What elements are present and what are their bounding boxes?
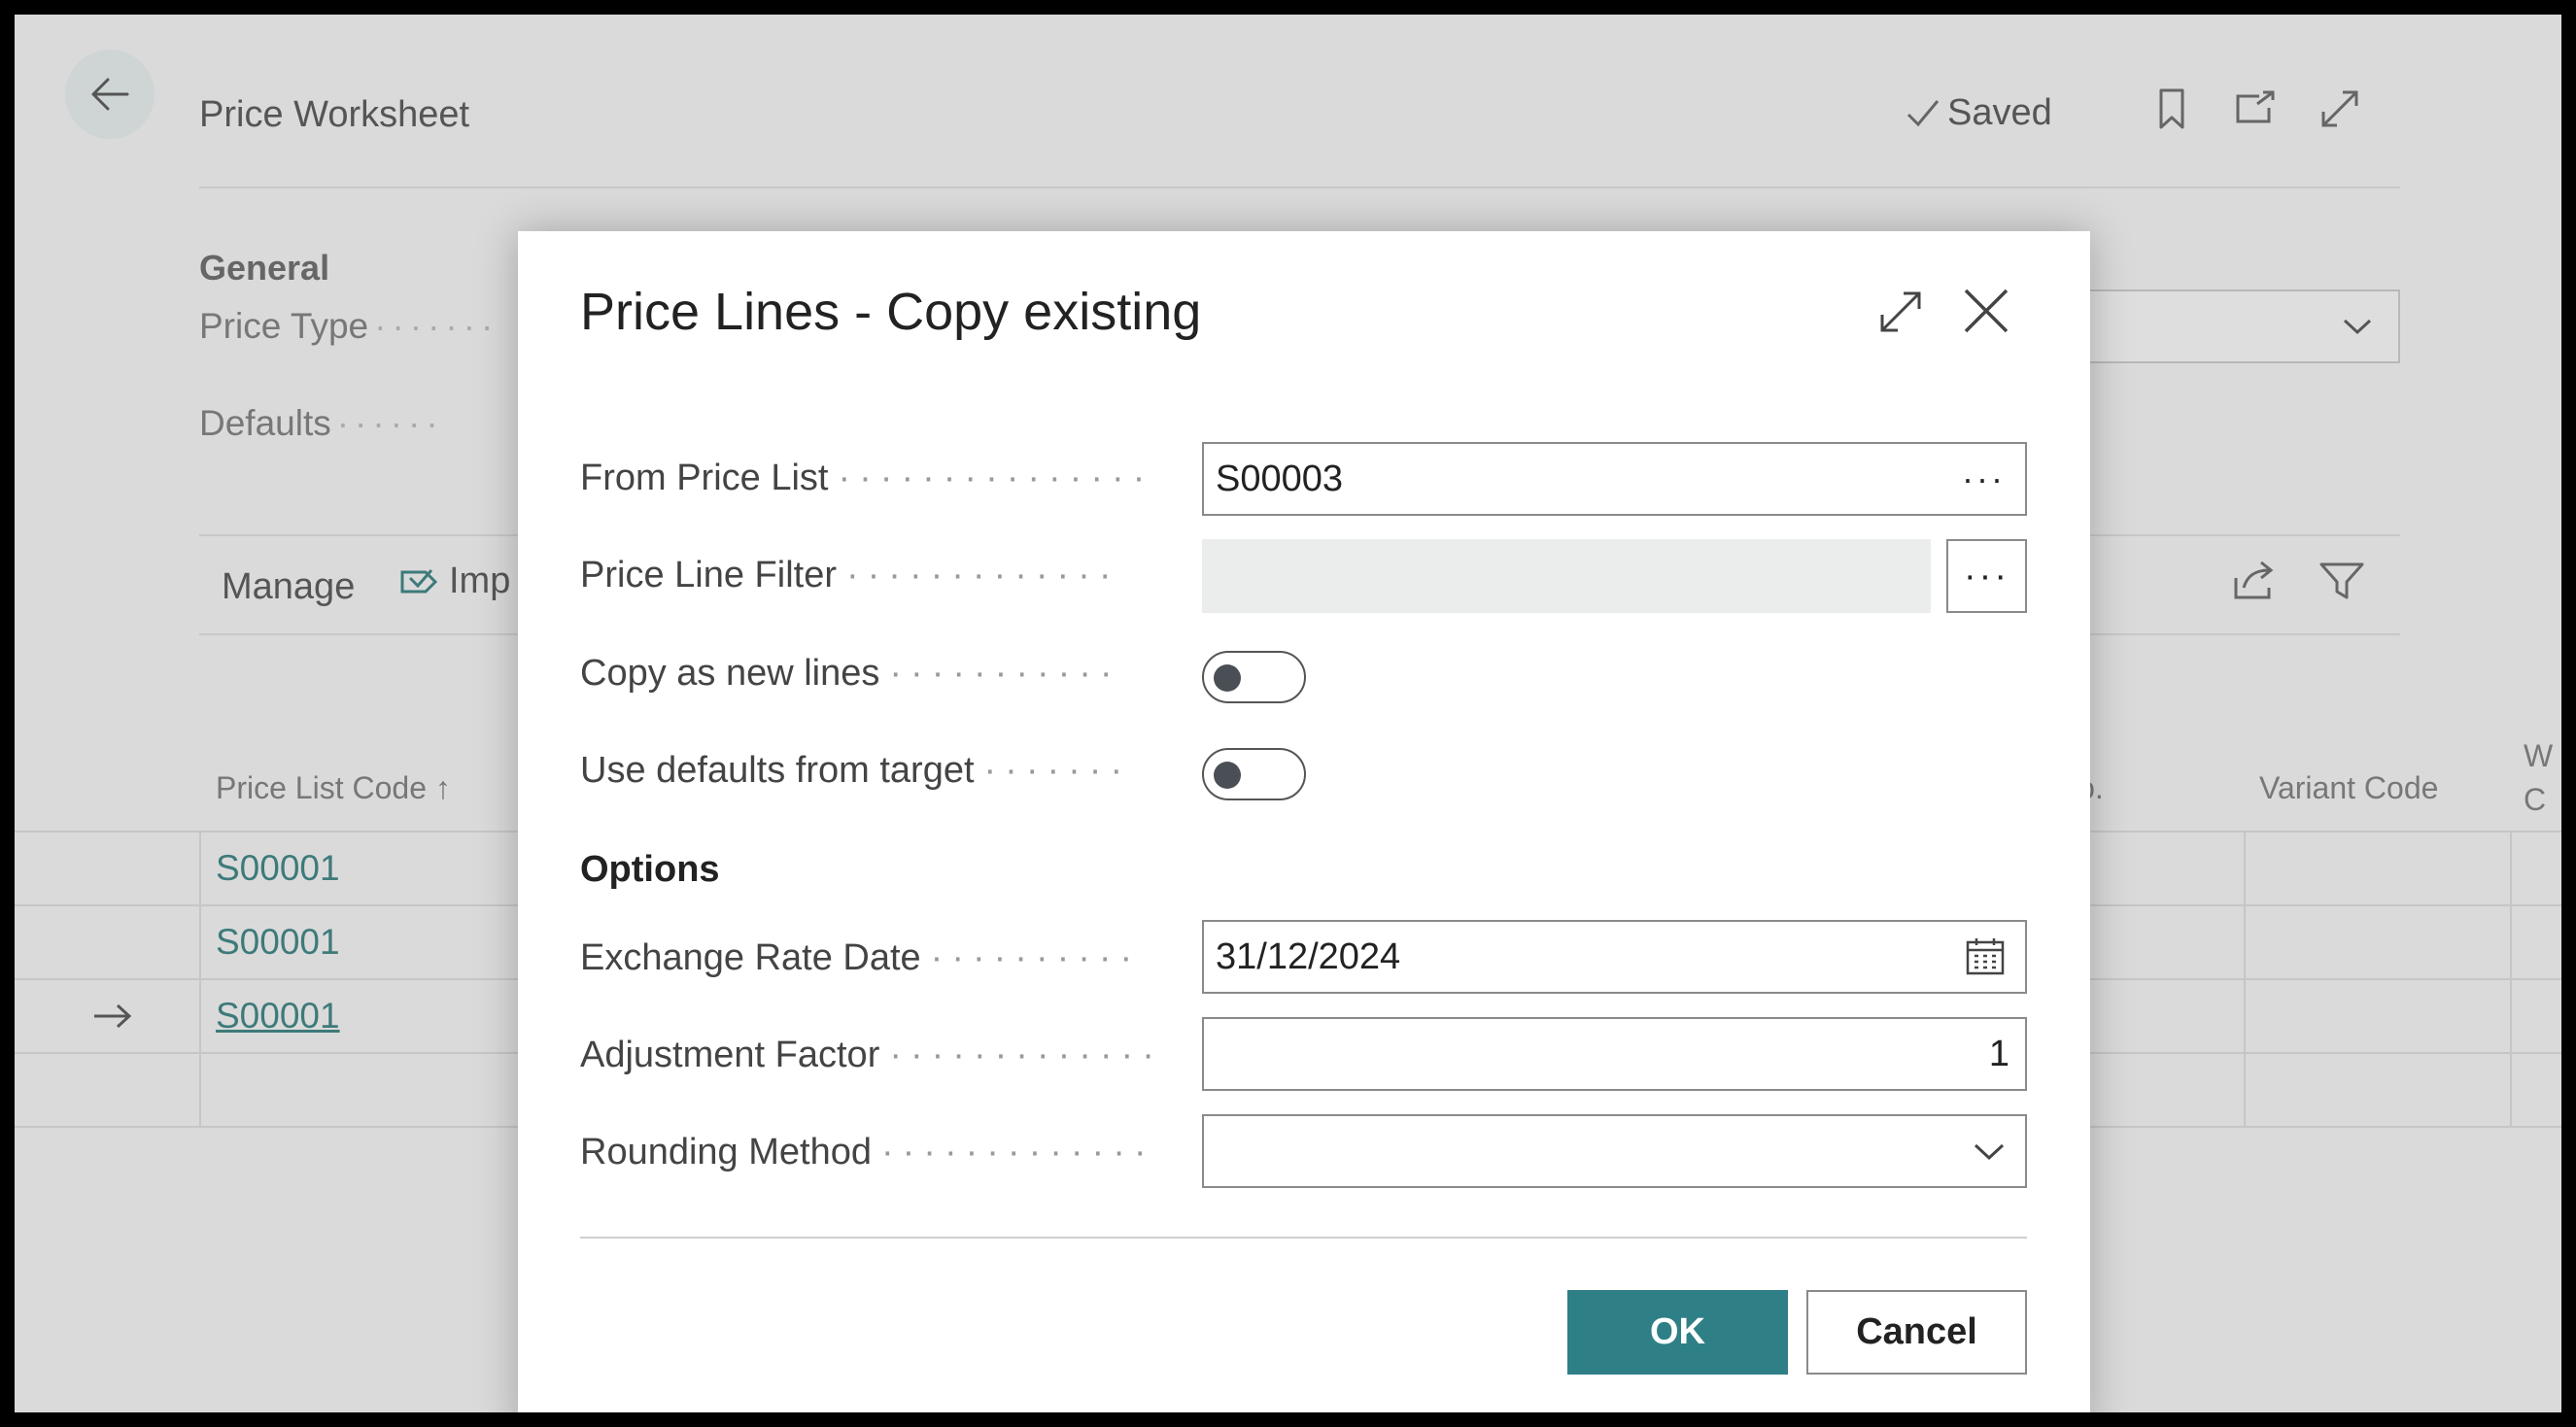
options-section-title: Options: [580, 849, 720, 890]
column-header-partial-w[interactable]: W: [2524, 738, 2553, 774]
exchange-rate-date-value: 31/12/2024: [1216, 935, 1401, 977]
adjustment-factor-label: Adjustment Factor ·············: [580, 1035, 1163, 1075]
page-backdrop: Price Worksheet Saved General Price Type…: [15, 15, 2561, 1412]
page-title: Price Worksheet: [199, 94, 470, 135]
expand-icon[interactable]: [1878, 289, 1923, 334]
manage-action[interactable]: Manage: [222, 566, 355, 608]
chevron-down-icon: [1974, 1143, 2005, 1161]
ok-button[interactable]: OK: [1567, 1290, 1788, 1375]
back-button[interactable]: [65, 50, 155, 139]
filter-icon[interactable]: [2318, 559, 2366, 603]
table-row-price-list-code[interactable]: S00001: [216, 922, 340, 963]
copy-existing-dialog: Price Lines - Copy existing From Price L…: [518, 231, 2090, 1412]
copy-as-new-lines-label: Copy as new lines ···········: [580, 653, 1121, 694]
share-icon[interactable]: [2230, 559, 2279, 603]
dialog-title: Price Lines - Copy existing: [580, 283, 1202, 341]
table-row-price-list-code-selected[interactable]: S00001: [216, 996, 340, 1036]
rounding-method-select[interactable]: [1202, 1114, 2027, 1188]
table-row-price-list-code[interactable]: S00001: [216, 848, 340, 889]
general-section-title: General: [199, 248, 330, 288]
grid-line: [2510, 831, 2512, 1126]
copy-as-new-lines-toggle[interactable]: [1202, 651, 1306, 703]
from-price-list-value: S00003: [1216, 458, 1344, 499]
open-new-window-icon[interactable]: [2230, 85, 2279, 133]
column-header-partial-c[interactable]: C: [2524, 782, 2546, 818]
price-line-filter-assist-button[interactable]: ···: [1946, 539, 2027, 613]
saved-status: Saved: [1905, 92, 2052, 134]
rounding-method-label: Rounding Method ·············: [580, 1132, 1155, 1172]
arrow-left-icon: [91, 78, 129, 111]
exchange-rate-date-label: Exchange Rate Date ··········: [580, 937, 1142, 978]
column-header-variant-code[interactable]: Variant Code: [2259, 770, 2438, 806]
price-line-filter-field: [1202, 539, 1931, 613]
use-defaults-from-target-toggle[interactable]: [1202, 748, 1306, 800]
price-type-select[interactable]: [2065, 289, 2400, 363]
saved-label: Saved: [1947, 92, 2052, 133]
lookup-ellipsis-icon[interactable]: ···: [1962, 459, 2006, 499]
checkmark-icon: [1906, 99, 1940, 126]
price-line-filter-label: Price Line Filter ·············: [580, 555, 1120, 595]
expand-icon[interactable]: [2316, 85, 2364, 133]
column-header-price-list-code[interactable]: Price List Code ↑: [216, 770, 451, 806]
chevron-down-icon: [2343, 319, 2372, 335]
arrow-right-icon: [94, 1003, 132, 1029]
price-type-label: Price Type ·······: [199, 306, 499, 346]
toggle-knob: [1214, 664, 1241, 692]
grid-line: [2244, 831, 2246, 1126]
cancel-button[interactable]: Cancel: [1806, 1290, 2027, 1375]
calendar-icon[interactable]: [1965, 936, 2006, 977]
import-icon: [400, 569, 438, 594]
defaults-label: Defaults ······: [199, 403, 444, 443]
grid-line: [199, 831, 201, 1126]
adjustment-factor-field[interactable]: 1: [1202, 1017, 2027, 1091]
header-divider: [199, 187, 2400, 188]
from-price-list-label: From Price List ···············: [580, 458, 1154, 498]
use-defaults-from-target-label: Use defaults from target ·······: [580, 750, 1132, 791]
dialog-divider: [580, 1237, 2027, 1239]
bookmark-icon[interactable]: [2147, 85, 2196, 133]
close-icon[interactable]: [1960, 285, 2012, 337]
from-price-list-field[interactable]: S00003 ···: [1202, 442, 2027, 516]
toggle-knob: [1214, 762, 1241, 789]
import-label: Imp: [449, 560, 511, 601]
import-action[interactable]: Imp: [396, 559, 510, 603]
exchange-rate-date-field[interactable]: 31/12/2024: [1202, 920, 2027, 994]
adjustment-factor-value: 1: [1988, 1033, 2009, 1074]
